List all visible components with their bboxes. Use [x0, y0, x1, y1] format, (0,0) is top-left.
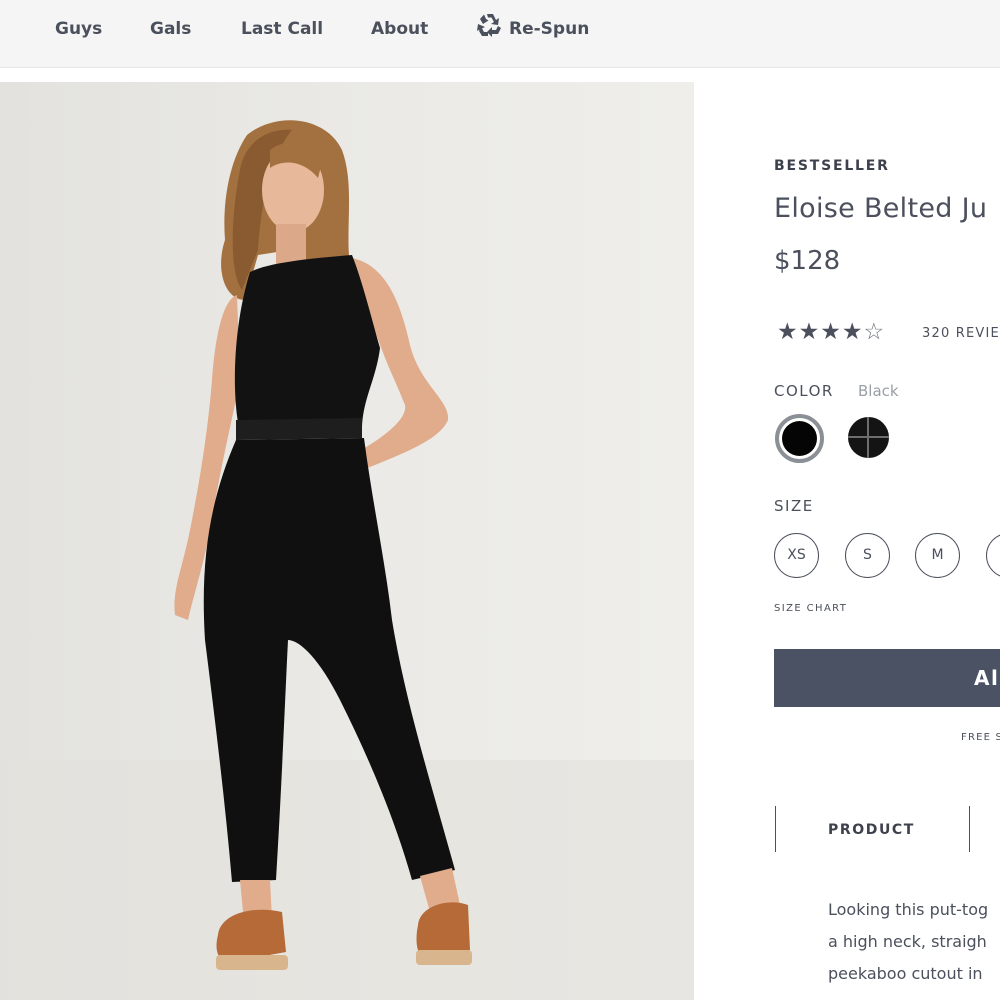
- color-label: COLOR: [774, 382, 834, 400]
- size-option-s[interactable]: S: [845, 533, 890, 578]
- bestseller-badge: BESTSELLER: [774, 158, 890, 174]
- size-chart-link[interactable]: SIZE CHART: [774, 603, 847, 614]
- star-empty-icon: ☆: [863, 319, 886, 345]
- description-line: Looking this put-tog: [828, 900, 989, 919]
- color-swatch-fill: [782, 421, 817, 456]
- tab-divider: [969, 806, 970, 852]
- size-option-partial[interactable]: [986, 533, 1000, 578]
- rating-stars[interactable]: ★★★★☆: [777, 319, 885, 345]
- product-image[interactable]: [0, 82, 694, 1000]
- color-swatch-black[interactable]: [775, 414, 824, 463]
- nav-link-re-spun[interactable]: Re-Spun: [475, 14, 590, 41]
- size-option-xs[interactable]: XS: [774, 533, 819, 578]
- product-title: Eloise Belted Ju: [774, 193, 988, 224]
- product-price: $128: [774, 246, 841, 276]
- color-swatch-black-check[interactable]: [848, 417, 889, 458]
- add-to-bag-button[interactable]: Al: [774, 649, 1000, 707]
- check-line-vertical: [867, 417, 869, 458]
- selected-color-value: Black: [858, 382, 899, 400]
- nav-link-about[interactable]: About: [371, 17, 428, 41]
- star-filled-icons: ★★★★: [777, 319, 864, 345]
- description-line: a high neck, straigh: [828, 932, 987, 951]
- description-line: peekaboo cutout in: [828, 964, 983, 983]
- model-photo: [0, 120, 694, 1000]
- nav-link-guys[interactable]: Guys: [55, 17, 102, 41]
- tab-divider: [775, 806, 776, 852]
- review-count-link[interactable]: 320 REVIE: [922, 326, 1000, 341]
- nav-link-gals[interactable]: Gals: [150, 17, 191, 41]
- size-label: SIZE: [774, 497, 814, 515]
- recycle-icon: [477, 14, 501, 37]
- nav-link-re-spun-label: Re-Spun: [509, 19, 590, 39]
- shipping-note: FREE S: [961, 732, 1000, 743]
- size-option-m[interactable]: M: [915, 533, 960, 578]
- tab-product[interactable]: PRODUCT: [828, 822, 915, 838]
- top-nav: Guys Gals Last Call About Re-Spun: [0, 0, 1000, 68]
- nav-link-last-call[interactable]: Last Call: [241, 17, 323, 41]
